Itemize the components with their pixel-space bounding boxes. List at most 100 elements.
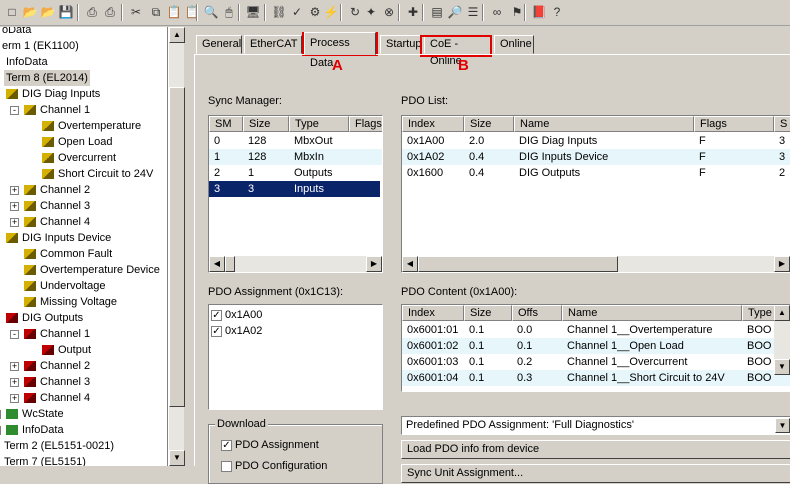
tree-item[interactable]: Missing Voltage [24,294,117,310]
table-row[interactable]: 0x1A02 0.4 DIG Inputs Device F 3 [402,149,790,165]
tree-item[interactable]: Short Circuit to 24V [42,166,153,182]
tree-item[interactable]: Open Load [42,134,112,150]
paste-with-links-icon[interactable]: 📋 [183,3,201,21]
tree-item[interactable]: DIG Outputs [6,310,83,326]
new-file-icon[interactable]: □ [3,3,21,21]
pdo-assignment-list[interactable]: ✓ 0x1A00 ✓ 0x1A02 [208,304,383,410]
network-icon[interactable]: ⛓ [270,3,288,21]
tree-item[interactable]: Channel 1 [24,102,90,118]
activate-icon[interactable]: ⚡ [322,3,340,21]
scroll-down-arrow-icon[interactable]: ▼ [774,359,790,375]
checkbox-checked-icon[interactable]: ✓ [221,439,232,451]
checkbox-unchecked-icon[interactable] [221,460,232,472]
column-header[interactable]: Size [464,116,514,132]
horizontal-scrollbar[interactable]: ◀ ▶ [209,256,382,272]
column-header[interactable]: Type [289,116,349,132]
table-row[interactable]: 0x6001:02 0.1 0.1 Channel 1__Open Load BOO [402,338,790,354]
tree-item[interactable]: InfoData [6,54,48,70]
tree-item[interactable]: Output [42,342,91,358]
tree-item[interactable]: erm 1 (EK1100) [2,38,79,54]
pdo-list[interactable]: Index Size Name Flags S 0x1A00 2.0 DIG Diag Inp… [401,115,790,273]
expand-icon[interactable]: + [10,186,19,195]
tree-item[interactable]: Overtemperature [42,118,141,134]
expand-icon[interactable]: + [0,426,1,435]
screen-icon[interactable]: 🖥 [244,3,262,21]
column-header[interactable]: SM [209,116,243,132]
tree-item[interactable]: Undervoltage [24,278,105,294]
list-icon[interactable]: ☰ [464,3,482,21]
save-icon[interactable]: 💾 [57,3,75,21]
zoom-icon[interactable]: 🔎 [446,3,464,21]
print-icon[interactable]: ⎙ [83,3,101,21]
mouse-icon[interactable]: 🖱 [220,3,238,21]
tree-item[interactable]: Term 7 (EL5151) [4,454,86,466]
check-icon[interactable]: ✓ [288,3,306,21]
cut-icon[interactable]: ✂ [127,3,145,21]
tree-item[interactable]: Channel 3 [24,198,90,214]
scroll-left-arrow-icon[interactable]: ◀ [402,256,418,272]
sync-manager-list[interactable]: SM Size Type Flags 0 128 MbxOut 1 128 MbxIn 2 1 Outp… [208,115,383,273]
tree-item[interactable]: Channel 1 [24,326,90,342]
copy-icon[interactable]: ⧉ [147,3,165,21]
column-header[interactable]: Flags [694,116,774,132]
expand-icon[interactable]: + [10,218,19,227]
column-header[interactable]: Name [514,116,694,132]
tree-item[interactable]: Channel 2 [24,358,90,374]
table-row[interactable]: 0x6001:03 0.1 0.2 Channel 1__Overcurrent BOO [402,354,790,370]
table-row[interactable]: 0x6001:04 0.1 0.3 Channel 1__Short Circuit … [402,370,790,386]
column-header[interactable]: Offs [512,305,562,321]
document-icon[interactable]: ▤ [428,3,446,21]
pdo-assignment-item[interactable]: ✓ 0x1A02 [211,323,262,339]
tree-item[interactable]: Term 8 (EL2014) [4,70,90,86]
find-icon[interactable]: 🔍 [202,3,220,21]
column-header[interactable]: Index [402,305,464,321]
goggles-icon[interactable]: ∞ [488,3,506,21]
tab-online[interactable]: Online [494,35,534,54]
tab-ethercat[interactable]: EtherCAT [244,35,302,54]
solution-tree[interactable]: oData erm 1 (EK1100) InfoData Term 8 (EL201… [0,27,168,466]
about-icon[interactable]: ? [548,3,566,21]
table-row[interactable]: 0x1600 0.4 DIG Outputs F 2 [402,165,790,181]
column-header[interactable]: Size [243,116,289,132]
sync-unit-assignment-button[interactable]: Sync Unit Assignment... [401,464,790,483]
tree-item[interactable]: Channel 3 [24,374,90,390]
paste-icon[interactable]: 📋 [165,3,183,21]
stop-icon[interactable]: ⊗ [380,3,398,21]
tree-item[interactable]: Term 2 (EL5151-0021) [4,438,114,454]
table-row[interactable]: 2 1 Outputs [209,165,382,181]
tree-item[interactable]: DIG Diag Inputs [6,86,100,102]
tree-item[interactable]: Common Fault [24,246,112,262]
table-row[interactable]: 3 3 Inputs [209,180,381,198]
open-folder-icon[interactable]: 📂 [21,3,39,21]
collapse-icon[interactable]: - [10,106,19,115]
vertical-scrollbar[interactable]: ▲ ▼ [774,305,790,375]
column-header[interactable]: Size [464,305,512,321]
pdo-content-list[interactable]: Index Size Offs Name Type 0x6001:01 0.1 0.0 Chan… [401,304,790,392]
table-row[interactable]: 0x6001:01 0.1 0.0 Channel 1__Overtemperatur… [402,322,790,338]
open-icon[interactable]: 📂 [39,3,57,21]
tab-general[interactable]: General [196,35,242,54]
load-pdo-info-button[interactable]: Load PDO info from device [401,440,790,459]
pdo-assignment-item[interactable]: ✓ 0x1A00 [211,307,262,323]
add-icon[interactable]: ✚ [404,3,422,21]
scroll-right-arrow-icon[interactable]: ▶ [774,256,790,272]
column-header[interactable]: Name [562,305,742,321]
tree-item[interactable]: InfoData [6,422,64,438]
expand-icon[interactable]: + [10,202,19,211]
tree-item[interactable]: Overtemperature Device [24,262,160,278]
tree-item[interactable]: Channel 4 [24,214,90,230]
tab-process-data[interactable]: Process Data [304,32,376,69]
horizontal-scrollbar[interactable]: ◀ ▶ [402,256,790,272]
checkbox-checked-icon[interactable]: ✓ [211,325,222,337]
collapse-icon[interactable]: - [10,330,19,339]
dropdown-arrow-icon[interactable]: ▼ [775,418,790,433]
wand-icon[interactable]: ✦ [362,3,380,21]
expand-icon[interactable]: + [10,378,19,387]
help-book-icon[interactable]: 📕 [530,3,548,21]
tree-item[interactable]: WcState [6,406,64,422]
predefined-pdo-dropdown[interactable]: Predefined PDO Assignment: 'Full Diagnos… [401,416,790,435]
table-row[interactable]: 0 128 MbxOut [209,133,382,149]
print-preview-icon[interactable]: ⎙ [101,3,119,21]
scroll-right-arrow-icon[interactable]: ▶ [366,256,382,272]
scroll-left-arrow-icon[interactable]: ◀ [209,256,225,272]
